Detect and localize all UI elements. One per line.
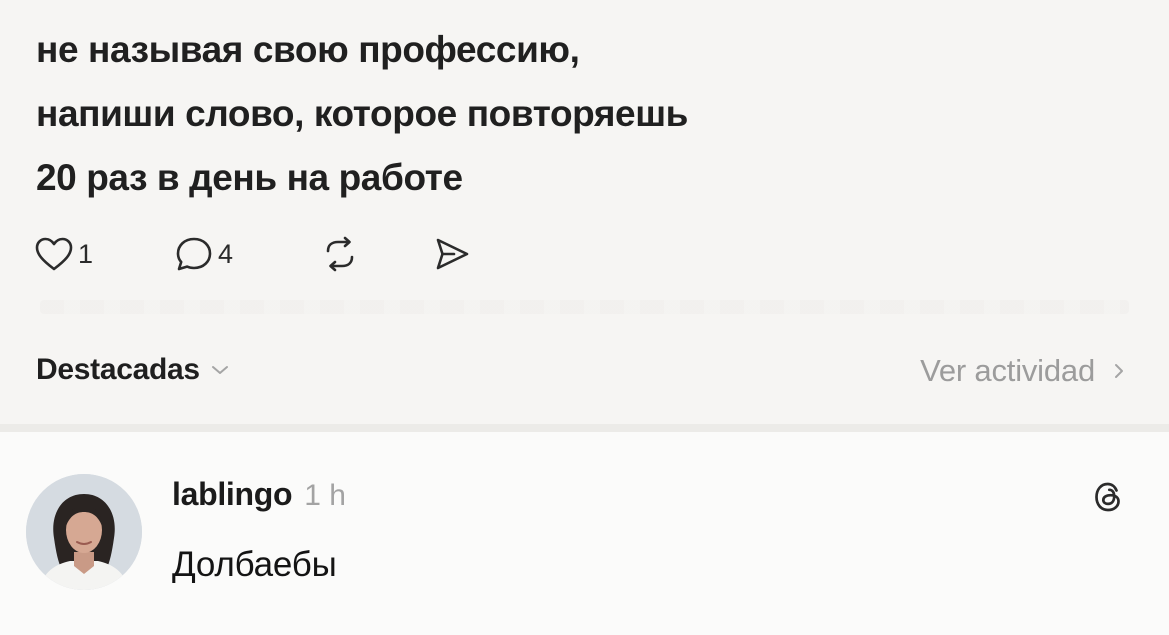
send-icon [436, 238, 469, 270]
replies-header: Destacadas Ver actividad [0, 345, 1169, 405]
reply-item: lablingo 1 h Долбаебы [0, 432, 1169, 635]
see-activity-label: Ver actividad [920, 353, 1095, 388]
reply-header: lablingo 1 h [172, 476, 346, 513]
post-text-line: не называя свою профессию, [36, 29, 580, 70]
section-divider [0, 424, 1169, 432]
comment-button[interactable]: 4 [174, 235, 320, 273]
heart-icon [35, 237, 73, 271]
featured-dropdown[interactable]: Destacadas [36, 353, 230, 387]
blurred-separator [40, 300, 1129, 314]
threads-icon[interactable] [1089, 478, 1127, 521]
post-text: не называя свою профессию, напиши слово,… [36, 18, 1126, 210]
post-text-line: напиши слово, которое повторяешь [36, 93, 689, 134]
like-count: 1 [78, 238, 94, 269]
repost-icon [326, 236, 354, 272]
chevron-down-icon [211, 366, 228, 374]
threads-post-screen: не называя свою профессию, напиши слово,… [0, 0, 1169, 635]
repost-button[interactable] [320, 235, 432, 273]
share-button[interactable] [432, 235, 472, 273]
comment-icon [176, 237, 212, 271]
reply-timestamp: 1 h [304, 479, 346, 512]
author-name[interactable]: lablingo [172, 476, 293, 513]
post-text-line: 20 раз в день на работе [36, 157, 463, 198]
avatar[interactable] [26, 474, 142, 590]
avatar-image [26, 474, 142, 590]
chevron-right-icon [1115, 364, 1123, 378]
featured-label: Destacadas [36, 353, 200, 386]
post-actions: 1 4 [34, 232, 472, 276]
see-activity-link[interactable]: Ver actividad [920, 353, 1125, 389]
like-button[interactable]: 1 [34, 236, 174, 272]
comment-count: 4 [218, 238, 234, 269]
reply-text: Долбаебы [172, 545, 337, 584]
